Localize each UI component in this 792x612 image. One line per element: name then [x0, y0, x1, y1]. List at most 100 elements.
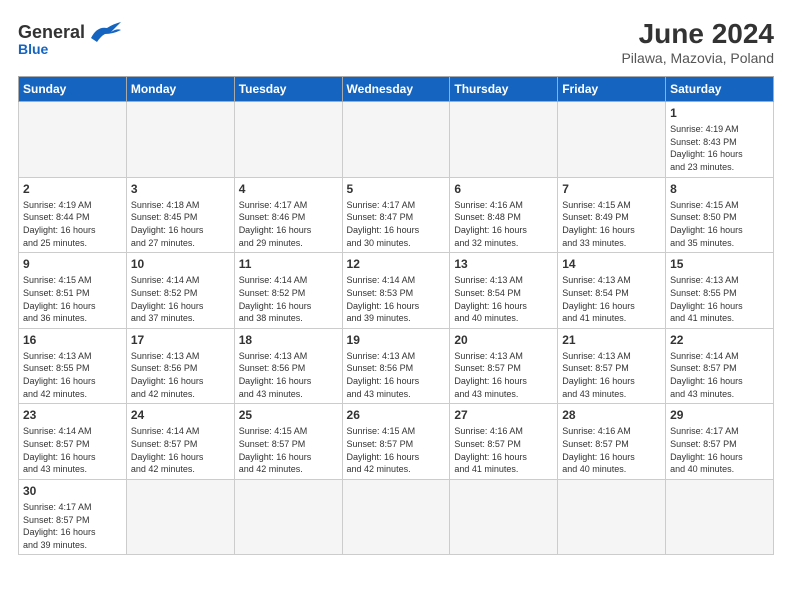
- day-number: 20: [454, 332, 553, 348]
- calendar-header: SundayMondayTuesdayWednesdayThursdayFrid…: [19, 77, 774, 102]
- day-number: 11: [239, 256, 338, 272]
- day-number: 27: [454, 407, 553, 423]
- calendar-day-cell: 12 Sunrise: 4:14 AM Sunset: 8:53 PM Dayli…: [342, 253, 450, 329]
- day-info: Sunrise: 4:15 AM Sunset: 8:50 PM Dayligh…: [670, 199, 769, 249]
- calendar-day-cell: 21 Sunrise: 4:13 AM Sunset: 8:57 PM Dayli…: [558, 328, 666, 404]
- day-info: Sunrise: 4:13 AM Sunset: 8:57 PM Dayligh…: [454, 350, 553, 400]
- day-number: 25: [239, 407, 338, 423]
- calendar-day-cell: 2 Sunrise: 4:19 AM Sunset: 8:44 PM Daylig…: [19, 177, 127, 253]
- logo: General Blue: [18, 18, 123, 56]
- logo-text-general: General: [18, 23, 85, 41]
- calendar-week-row: 30 Sunrise: 4:17 AM Sunset: 8:57 PM Dayli…: [19, 479, 774, 555]
- header: General Blue June 2024 Pilawa, Mazovia, …: [18, 18, 774, 66]
- day-number: 2: [23, 181, 122, 197]
- calendar-header-cell: Sunday: [19, 77, 127, 102]
- calendar-header-cell: Friday: [558, 77, 666, 102]
- title-block: June 2024 Pilawa, Mazovia, Poland: [621, 18, 774, 66]
- calendar-header-cell: Thursday: [450, 77, 558, 102]
- day-info: Sunrise: 4:15 AM Sunset: 8:51 PM Dayligh…: [23, 274, 122, 324]
- day-info: Sunrise: 4:13 AM Sunset: 8:56 PM Dayligh…: [347, 350, 446, 400]
- day-info: Sunrise: 4:13 AM Sunset: 8:56 PM Dayligh…: [131, 350, 230, 400]
- calendar-day-cell: 3Sunrise: 4:18 AM Sunset: 8:45 PM Daylig…: [126, 177, 234, 253]
- location-subtitle: Pilawa, Mazovia, Poland: [621, 50, 774, 66]
- calendar-day-cell: 6 Sunrise: 4:16 AM Sunset: 8:48 PM Daylig…: [450, 177, 558, 253]
- day-info: Sunrise: 4:14 AM Sunset: 8:57 PM Dayligh…: [131, 425, 230, 475]
- day-number: 4: [239, 181, 338, 197]
- day-info: Sunrise: 4:15 AM Sunset: 8:57 PM Dayligh…: [347, 425, 446, 475]
- calendar-day-cell: 13Sunrise: 4:13 AM Sunset: 8:54 PM Dayli…: [450, 253, 558, 329]
- logo-bird-icon: [87, 18, 123, 46]
- calendar-week-row: 23 Sunrise: 4:14 AM Sunset: 8:57 PM Dayli…: [19, 404, 774, 480]
- calendar-week-row: 1 Sunrise: 4:19 AM Sunset: 8:43 PM Daylig…: [19, 102, 774, 178]
- day-number: 8: [670, 181, 769, 197]
- calendar-day-cell: [558, 102, 666, 178]
- day-info: Sunrise: 4:13 AM Sunset: 8:55 PM Dayligh…: [670, 274, 769, 324]
- logo-text-blue: Blue: [18, 42, 48, 56]
- day-number: 1: [670, 105, 769, 121]
- calendar-day-cell: 25 Sunrise: 4:15 AM Sunset: 8:57 PM Dayli…: [234, 404, 342, 480]
- calendar-day-cell: 26Sunrise: 4:15 AM Sunset: 8:57 PM Dayli…: [342, 404, 450, 480]
- calendar-day-cell: [342, 479, 450, 555]
- calendar-day-cell: 7 Sunrise: 4:15 AM Sunset: 8:49 PM Daylig…: [558, 177, 666, 253]
- day-info: Sunrise: 4:16 AM Sunset: 8:48 PM Dayligh…: [454, 199, 553, 249]
- day-info: Sunrise: 4:16 AM Sunset: 8:57 PM Dayligh…: [454, 425, 553, 475]
- day-number: 30: [23, 483, 122, 499]
- calendar-day-cell: 29Sunrise: 4:17 AM Sunset: 8:57 PM Dayli…: [666, 404, 774, 480]
- month-year-title: June 2024: [621, 18, 774, 50]
- day-number: 29: [670, 407, 769, 423]
- day-number: 22: [670, 332, 769, 348]
- day-info: Sunrise: 4:18 AM Sunset: 8:45 PM Dayligh…: [131, 199, 230, 249]
- day-info: Sunrise: 4:15 AM Sunset: 8:49 PM Dayligh…: [562, 199, 661, 249]
- day-number: 18: [239, 332, 338, 348]
- calendar-day-cell: 24 Sunrise: 4:14 AM Sunset: 8:57 PM Dayli…: [126, 404, 234, 480]
- day-info: Sunrise: 4:13 AM Sunset: 8:57 PM Dayligh…: [562, 350, 661, 400]
- day-info: Sunrise: 4:19 AM Sunset: 8:44 PM Dayligh…: [23, 199, 122, 249]
- day-number: 16: [23, 332, 122, 348]
- day-number: 15: [670, 256, 769, 272]
- day-info: Sunrise: 4:13 AM Sunset: 8:54 PM Dayligh…: [454, 274, 553, 324]
- calendar-day-cell: [234, 102, 342, 178]
- day-info: Sunrise: 4:14 AM Sunset: 8:52 PM Dayligh…: [131, 274, 230, 324]
- day-info: Sunrise: 4:19 AM Sunset: 8:43 PM Dayligh…: [670, 123, 769, 173]
- calendar-day-cell: 27 Sunrise: 4:16 AM Sunset: 8:57 PM Dayli…: [450, 404, 558, 480]
- calendar-week-row: 16Sunrise: 4:13 AM Sunset: 8:55 PM Dayli…: [19, 328, 774, 404]
- calendar-day-cell: 1 Sunrise: 4:19 AM Sunset: 8:43 PM Daylig…: [666, 102, 774, 178]
- calendar-day-cell: 16Sunrise: 4:13 AM Sunset: 8:55 PM Dayli…: [19, 328, 127, 404]
- calendar-day-cell: 20 Sunrise: 4:13 AM Sunset: 8:57 PM Dayli…: [450, 328, 558, 404]
- calendar-week-row: 9 Sunrise: 4:15 AM Sunset: 8:51 PM Daylig…: [19, 253, 774, 329]
- day-number: 12: [347, 256, 446, 272]
- day-info: Sunrise: 4:17 AM Sunset: 8:57 PM Dayligh…: [23, 501, 122, 551]
- day-number: 19: [347, 332, 446, 348]
- day-number: 21: [562, 332, 661, 348]
- calendar-day-cell: [19, 102, 127, 178]
- calendar-header-cell: Monday: [126, 77, 234, 102]
- day-info: Sunrise: 4:16 AM Sunset: 8:57 PM Dayligh…: [562, 425, 661, 475]
- day-number: 17: [131, 332, 230, 348]
- day-number: 28: [562, 407, 661, 423]
- calendar-day-cell: [234, 479, 342, 555]
- calendar-header-cell: Wednesday: [342, 77, 450, 102]
- day-number: 6: [454, 181, 553, 197]
- calendar-header-row: SundayMondayTuesdayWednesdayThursdayFrid…: [19, 77, 774, 102]
- day-number: 9: [23, 256, 122, 272]
- day-info: Sunrise: 4:15 AM Sunset: 8:57 PM Dayligh…: [239, 425, 338, 475]
- day-info: Sunrise: 4:14 AM Sunset: 8:52 PM Dayligh…: [239, 274, 338, 324]
- day-number: 5: [347, 181, 446, 197]
- calendar-day-cell: [126, 479, 234, 555]
- day-info: Sunrise: 4:14 AM Sunset: 8:53 PM Dayligh…: [347, 274, 446, 324]
- day-number: 10: [131, 256, 230, 272]
- calendar-day-cell: 4 Sunrise: 4:17 AM Sunset: 8:46 PM Daylig…: [234, 177, 342, 253]
- day-info: Sunrise: 4:17 AM Sunset: 8:46 PM Dayligh…: [239, 199, 338, 249]
- calendar-day-cell: 11 Sunrise: 4:14 AM Sunset: 8:52 PM Dayli…: [234, 253, 342, 329]
- calendar-day-cell: 28 Sunrise: 4:16 AM Sunset: 8:57 PM Dayli…: [558, 404, 666, 480]
- day-number: 23: [23, 407, 122, 423]
- day-info: Sunrise: 4:14 AM Sunset: 8:57 PM Dayligh…: [670, 350, 769, 400]
- day-info: Sunrise: 4:17 AM Sunset: 8:47 PM Dayligh…: [347, 199, 446, 249]
- calendar-day-cell: [666, 479, 774, 555]
- calendar-day-cell: 18Sunrise: 4:13 AM Sunset: 8:56 PM Dayli…: [234, 328, 342, 404]
- page: General Blue June 2024 Pilawa, Mazovia, …: [0, 0, 792, 612]
- calendar-body: 1 Sunrise: 4:19 AM Sunset: 8:43 PM Daylig…: [19, 102, 774, 555]
- day-number: 24: [131, 407, 230, 423]
- calendar-day-cell: 8 Sunrise: 4:15 AM Sunset: 8:50 PM Daylig…: [666, 177, 774, 253]
- day-number: 7: [562, 181, 661, 197]
